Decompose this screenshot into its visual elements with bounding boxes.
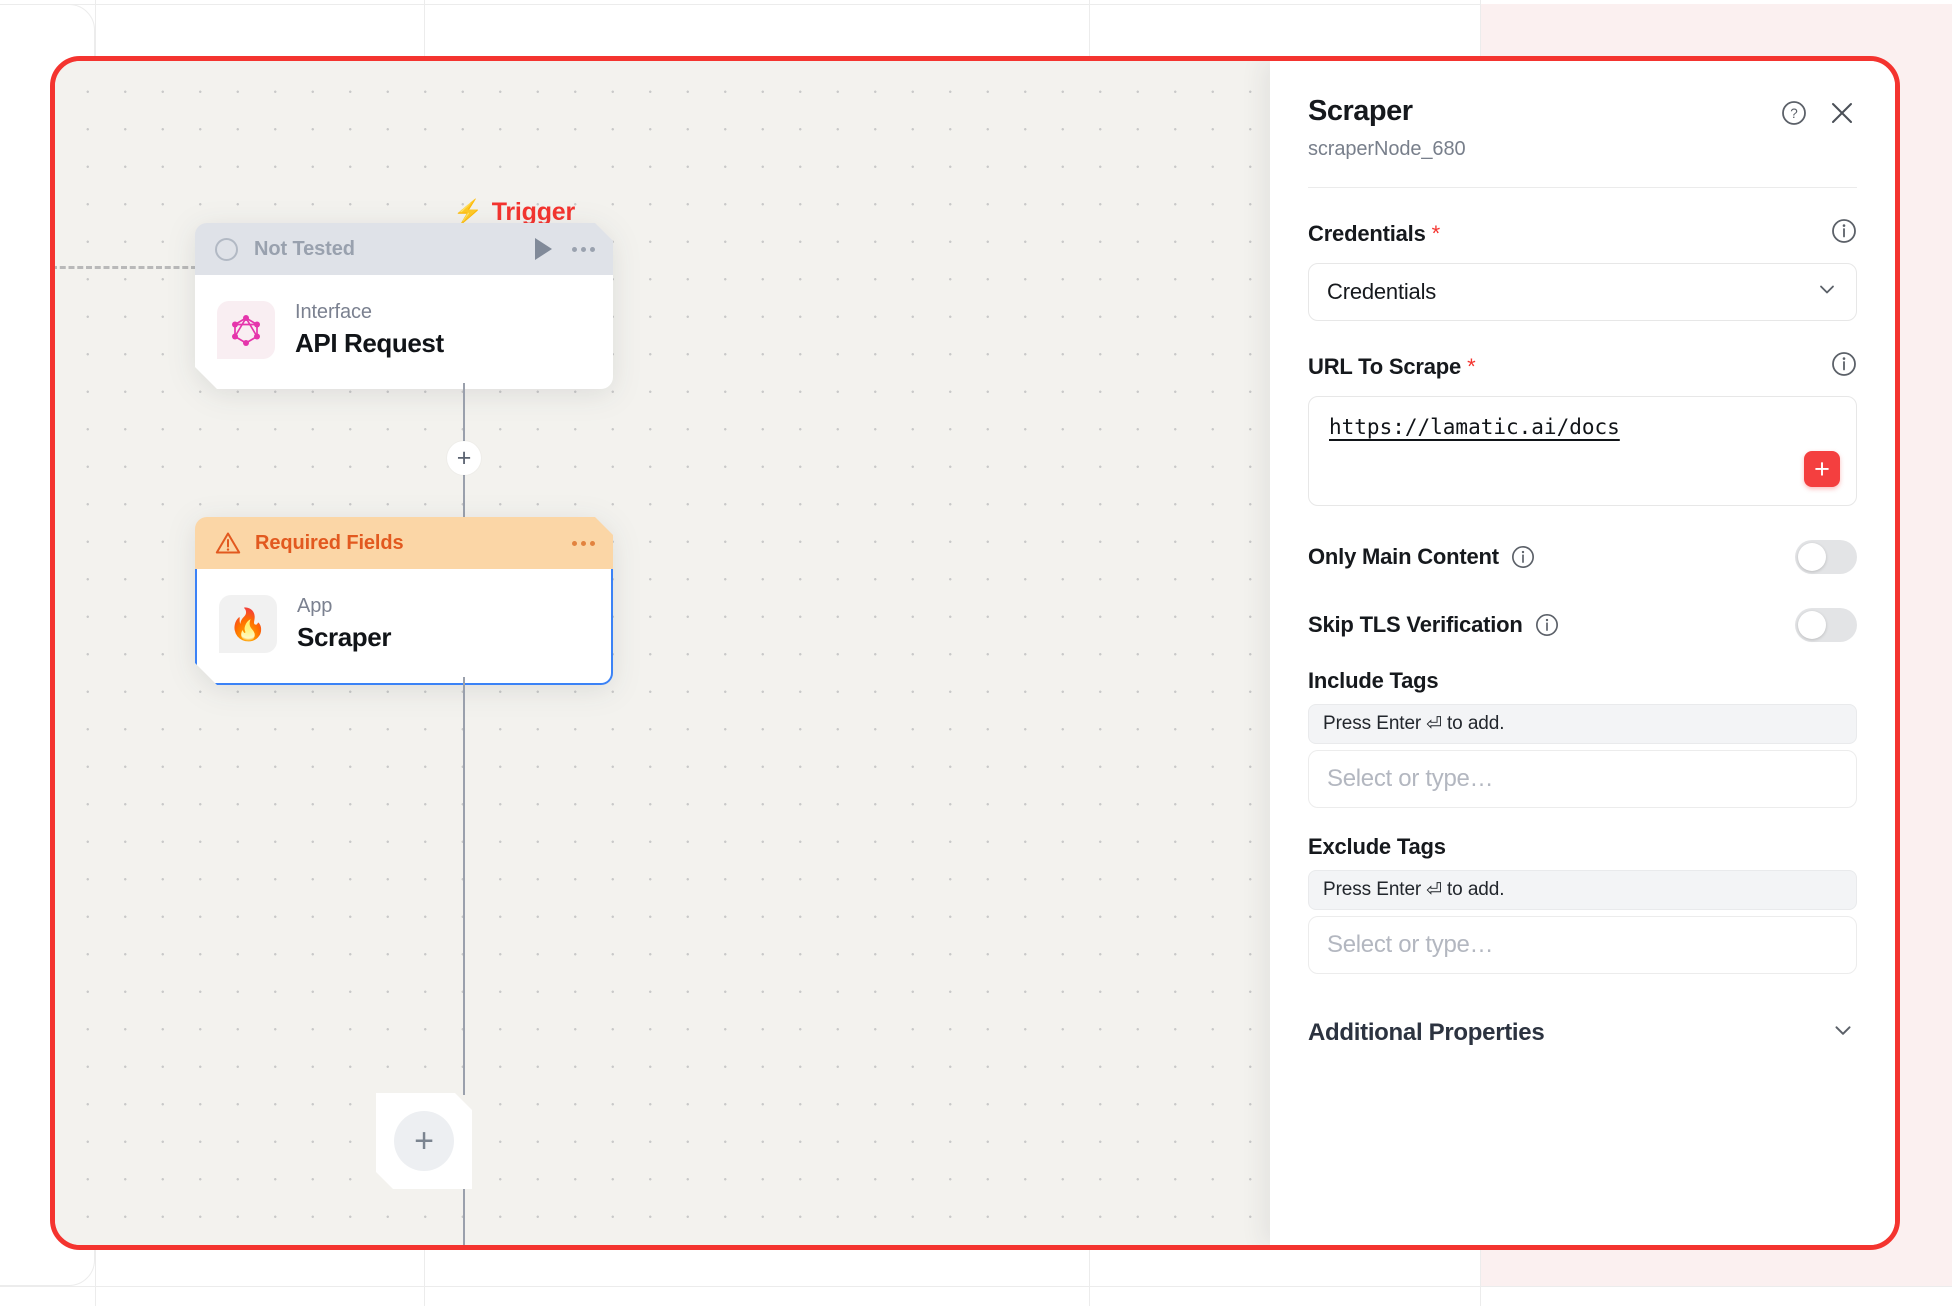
more-options-icon[interactable] — [572, 247, 595, 252]
fire-icon: 🔥 — [219, 595, 277, 653]
status-circle-icon — [215, 238, 238, 261]
panel-header: Scraper ? scraperNode_680 — [1270, 61, 1895, 161]
enter-key-icon: ⏎ — [1426, 713, 1442, 735]
url-label: URL To Scrape — [1308, 353, 1462, 379]
only-main-content-switch[interactable] — [1795, 540, 1857, 574]
enter-key-icon: ⏎ — [1426, 879, 1442, 901]
include-tags-hint: Press Enter ⏎ to add. — [1308, 704, 1857, 744]
additional-properties-accordion[interactable]: Additional Properties — [1308, 1018, 1857, 1047]
field-exclude-tags: Exclude Tags Press Enter ⏎ to add. Selec… — [1308, 834, 1857, 974]
node-config-panel: Scraper ? scraperNode_680 Credentials * … — [1270, 61, 1895, 1245]
help-circle-icon[interactable]: ? — [1781, 100, 1807, 126]
highlight-frame: ⚡ Trigger Not Tested Interface API Reque… — [50, 56, 1900, 1250]
additional-properties-label: Additional Properties — [1308, 1018, 1545, 1046]
node-status-label: Required Fields — [255, 531, 404, 554]
info-icon[interactable] — [1831, 218, 1857, 249]
plus-icon: + — [1814, 453, 1830, 484]
field-url-to-scrape: URL To Scrape * https://lamatic.ai/docs — [1308, 351, 1857, 506]
include-tags-label: Include Tags — [1308, 668, 1439, 693]
include-tags-placeholder: Select or type… — [1327, 765, 1494, 792]
exclude-tags-hint: Press Enter ⏎ to add. — [1308, 870, 1857, 910]
node-status-label: Not Tested — [254, 237, 355, 260]
url-input[interactable]: https://lamatic.ai/docs + — [1308, 396, 1857, 506]
node-title: API Request — [295, 328, 444, 358]
node-kicker: Interface — [295, 301, 372, 323]
plus-icon: + — [456, 443, 472, 472]
exclude-tags-placeholder: Select or type… — [1327, 931, 1494, 958]
toggle-skip-tls-verification[interactable]: Skip TLS Verification — [1308, 608, 1857, 642]
fire-glyph: 🔥 — [228, 606, 268, 642]
credentials-label: Credentials — [1308, 220, 1426, 246]
warning-triangle-icon — [215, 531, 241, 555]
switch-knob — [1798, 611, 1826, 639]
required-asterisk: * — [1431, 220, 1441, 246]
node-body: Interface API Request — [195, 275, 613, 389]
include-tags-input[interactable]: Select or type… — [1308, 750, 1857, 808]
edge-connector — [463, 1189, 465, 1245]
chevron-down-icon — [1816, 278, 1838, 306]
incoming-edge — [55, 266, 197, 269]
panel-subtitle: scraperNode_680 — [1308, 138, 1466, 160]
hint-suffix: to add. — [1447, 713, 1505, 734]
edge-connector — [463, 677, 465, 1095]
hint-prefix: Press Enter — [1323, 879, 1422, 900]
panel-title: Scraper — [1308, 95, 1413, 127]
add-node-button[interactable]: + — [376, 1093, 472, 1189]
switch-knob — [1798, 543, 1826, 571]
add-step-inline-button[interactable]: + — [447, 441, 481, 475]
more-options-icon[interactable] — [572, 541, 595, 546]
backdrop-divider — [0, 1286, 1952, 1287]
url-value: https://lamatic.ai/docs — [1329, 415, 1620, 439]
credentials-value: Credentials — [1327, 279, 1437, 304]
panel-body: Credentials * Credentials URL To Scrape … — [1270, 188, 1895, 1245]
node-api-request[interactable]: Not Tested Interface API Request — [195, 223, 613, 389]
credentials-select[interactable]: Credentials — [1308, 263, 1857, 321]
field-credentials: Credentials * Credentials — [1308, 218, 1857, 321]
node-title: Scraper — [297, 622, 392, 652]
required-asterisk: * — [1467, 353, 1476, 379]
hint-prefix: Press Enter — [1323, 713, 1422, 734]
info-icon[interactable] — [1511, 545, 1535, 569]
toggle-only-main-content[interactable]: Only Main Content — [1308, 540, 1857, 574]
node-status-bar: Not Tested — [195, 223, 613, 275]
graphql-icon — [217, 301, 275, 359]
hint-suffix: to add. — [1447, 879, 1505, 900]
node-status-bar: Required Fields — [195, 517, 613, 569]
plus-icon: + — [394, 1111, 454, 1171]
node-scraper[interactable]: Required Fields 🔥 App Scraper — [195, 517, 613, 685]
play-icon[interactable] — [535, 238, 552, 260]
info-icon[interactable] — [1831, 351, 1857, 382]
node-kicker: App — [297, 595, 333, 617]
only-main-content-label: Only Main Content — [1308, 544, 1499, 569]
field-include-tags: Include Tags Press Enter ⏎ to add. Selec… — [1308, 668, 1857, 808]
node-body: 🔥 App Scraper — [195, 569, 613, 685]
skip-tls-label: Skip TLS Verification — [1308, 612, 1523, 637]
close-icon[interactable] — [1829, 100, 1855, 126]
skip-tls-switch[interactable] — [1795, 608, 1857, 642]
exclude-tags-input[interactable]: Select or type… — [1308, 916, 1857, 974]
chevron-down-icon — [1831, 1018, 1855, 1047]
add-url-button[interactable]: + — [1804, 451, 1840, 487]
info-icon[interactable] — [1535, 613, 1559, 637]
svg-text:?: ? — [1790, 106, 1798, 121]
lightning-bolt-icon: ⚡ — [453, 198, 483, 226]
exclude-tags-label: Exclude Tags — [1308, 834, 1446, 859]
